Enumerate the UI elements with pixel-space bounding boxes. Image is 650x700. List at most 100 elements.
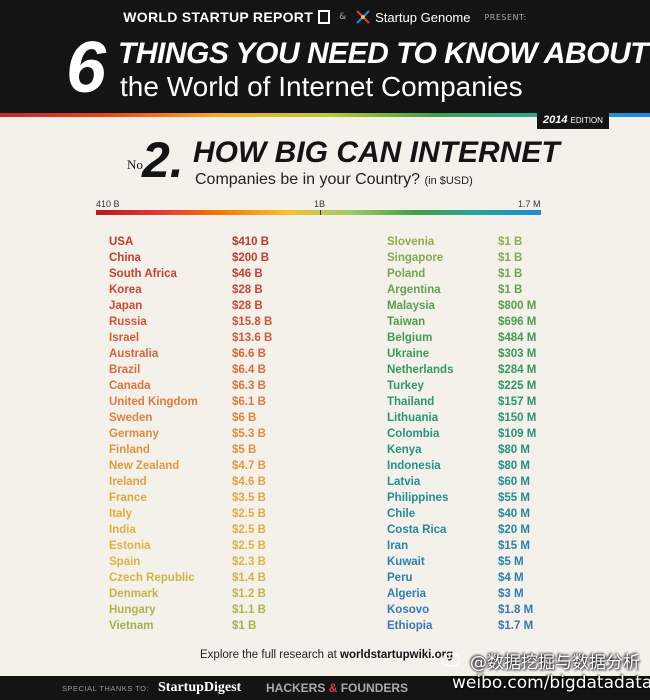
special-thanks-label: SPECIAL THANKS TO: [62,684,150,693]
report-logo-icon [318,10,331,24]
present-label: PRESENT: [484,12,527,22]
country-row: Poland $1 B [387,266,587,282]
country-value: $284 M [498,364,537,376]
country-value: $2.3 B [232,556,266,568]
country-value: $28 B [232,284,263,296]
country-name: Germany [109,428,159,440]
title-line-2: the World of Internet Companies [120,71,523,102]
country-name: Ireland [109,476,147,488]
country-value: $6 B [232,412,257,424]
startup-genome-icon [356,10,370,24]
country-name: Indonesia [387,460,441,472]
country-row: Singapore $1 B [387,250,587,266]
country-name: China [109,252,141,264]
country-value: $1.8 M [498,604,534,616]
country-name: Chile [387,508,416,520]
country-name: Latvia [387,476,421,488]
country-name: Czech Republic [109,572,195,584]
country-row: Ukraine $303 M [387,346,587,362]
sponsor2-part-b: FOUNDERS [340,681,409,695]
country-value: $4.7 B [232,460,266,472]
country-row: Malaysia $800 M [387,298,587,314]
sponsor2-ampersand: & [328,681,338,695]
country-value: $1.1 B [232,604,266,616]
country-row: Ethiopia $1.7 M [387,618,587,634]
country-row: Latvia $60 M [387,474,587,490]
country-name: Colombia [387,428,440,440]
country-name: Turkey [387,380,424,392]
country-row: USA $410 B [109,234,309,250]
partner-logo: Startup Genome [355,9,470,25]
country-name: Kenya [387,444,422,456]
country-value: $484 M [498,332,537,344]
country-name: Brazil [109,364,141,376]
edition-label: EDITION [570,116,603,125]
country-value: $800 M [498,300,537,312]
scale-mid-tick [320,210,321,215]
country-row: New Zealand $4.7 B [109,458,309,474]
country-row: Spain $2.3 B [109,554,309,570]
sponsor-hackers-founders: HACKERS & FOUNDERS [266,681,408,695]
country-name: Netherlands [387,364,454,376]
weibo-watermark-icon [441,653,461,667]
country-name: Australia [109,348,159,360]
country-name: Philippines [387,492,449,504]
country-value: $5 M [498,556,524,568]
country-name: Kosovo [387,604,430,616]
country-row: Korea $28 B [109,282,309,298]
country-row: Japan $28 B [109,298,309,314]
country-name: Peru [387,572,413,584]
country-name: Argentina [387,284,441,296]
country-name: Italy [109,508,133,520]
country-value: $303 M [498,348,537,360]
country-name: Canada [109,380,151,392]
country-value: $13.6 B [232,332,273,344]
country-row: Thailand $157 M [387,394,587,410]
country-value: $15.8 B [232,316,273,328]
section-number: 2. [142,132,184,188]
report-name: WORLD STARTUP REPORT [123,9,314,25]
country-value: $6.3 B [232,380,266,392]
country-value: $40 M [498,508,530,520]
scale-gradient-bar [96,210,541,215]
ampersand: & [339,12,347,22]
subheading-text: Companies be in your Country? [195,171,421,188]
country-name: Slovenia [387,236,435,248]
country-name: Malaysia [387,300,435,312]
country-row: Kenya $80 M [387,442,587,458]
country-value: $1 B [498,236,523,248]
country-value: $15 M [498,540,530,552]
country-value: $6.4 B [232,364,266,376]
country-value: $1.2 B [232,588,266,600]
explore-link[interactable]: worldstartupwiki.org [340,649,453,661]
country-row: Chile $40 M [387,506,587,522]
country-name: Russia [109,316,147,328]
country-value: $4.6 B [232,476,266,488]
country-value: $6.1 B [232,396,266,408]
country-name: Denmark [109,588,159,600]
country-value: $1 B [498,284,523,296]
country-name: Vietnam [109,620,154,632]
country-name: Israel [109,332,140,344]
country-row: South Africa $46 B [109,266,309,282]
top-bar: WORLD STARTUP REPORT & Startup Genome PR… [0,6,650,28]
country-value: $20 M [498,524,530,536]
left-country-list: USA $410 B China $200 B South Africa $46 B Kor… [109,234,309,634]
country-value: $1.7 M [498,620,534,632]
country-row: Australia $6.6 B [109,346,309,362]
country-row: Iran $15 M [387,538,587,554]
country-row: Italy $2.5 B [109,506,309,522]
country-row: Finland $5 B [109,442,309,458]
country-row: United Kingdom $6.1 B [109,394,309,410]
country-value: $2.5 B [232,524,266,536]
country-value: $410 B [232,236,270,248]
country-row: Costa Rica $20 M [387,522,587,538]
country-row: Algeria $3 M [387,586,587,602]
country-row: Ireland $4.6 B [109,474,309,490]
country-value: $28 B [232,300,263,312]
country-row: Sweden $6 B [109,410,309,426]
sponsor2-part-a: HACKERS [266,681,326,695]
country-row: Germany $5.3 B [109,426,309,442]
country-row: Russia $15.8 B [109,314,309,330]
country-row: Denmark $1.2 B [109,586,309,602]
